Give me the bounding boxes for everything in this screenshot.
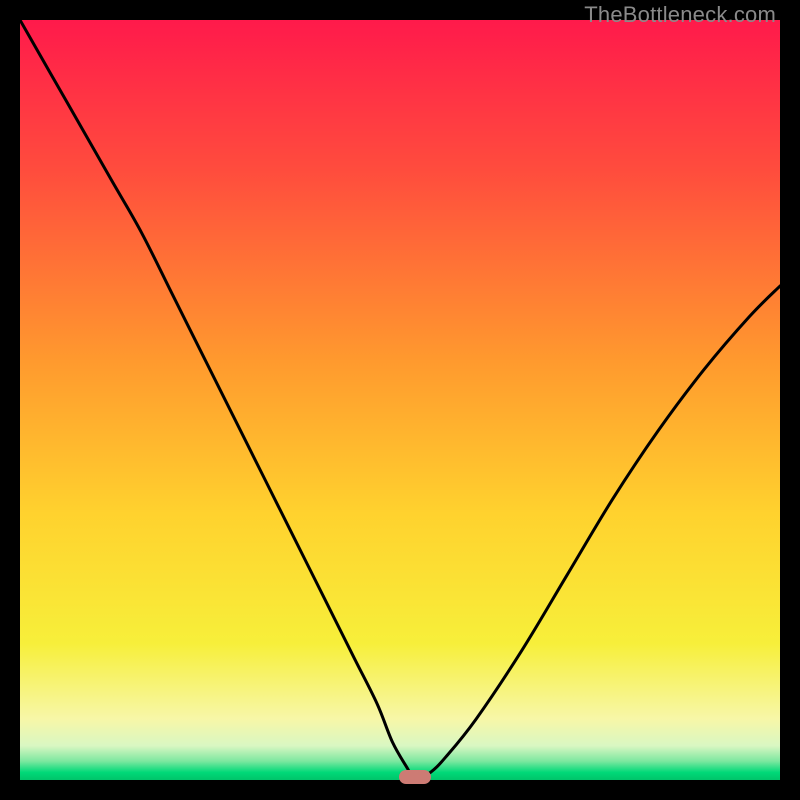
chart-frame bbox=[20, 20, 780, 780]
optimal-point-marker bbox=[399, 770, 431, 784]
gradient-background bbox=[20, 20, 780, 780]
watermark-text: TheBottleneck.com bbox=[584, 2, 776, 28]
bottleneck-plot bbox=[20, 20, 780, 780]
